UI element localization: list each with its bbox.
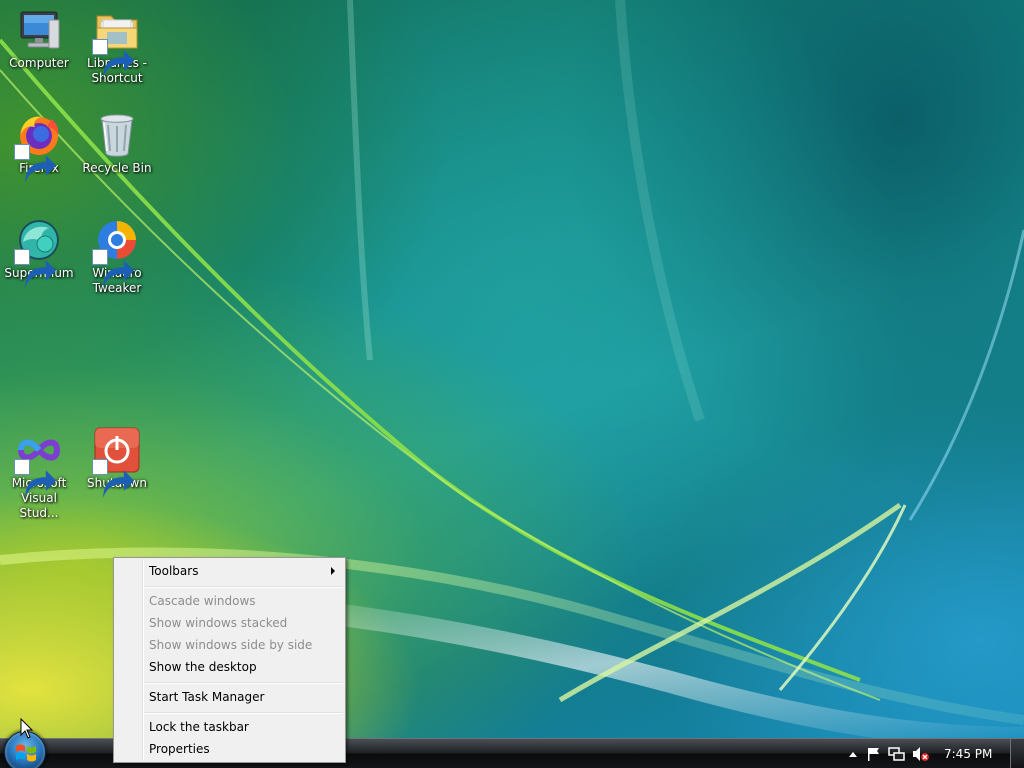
taskbar-clock[interactable]: 7:45 PM xyxy=(944,747,992,761)
menu-item-show-windows-side-by-side: Show windows side by side xyxy=(116,634,343,656)
menu-separator xyxy=(144,682,343,684)
menu-item-label: Cascade windows xyxy=(149,594,256,608)
show-hidden-icons-icon[interactable] xyxy=(848,746,858,762)
desktop-icon-libraries-shortcut[interactable]: Libraries - Shortcut xyxy=(78,6,156,86)
shutdown-icon xyxy=(92,426,141,498)
menu-separator xyxy=(144,712,343,714)
menu-item-toolbars[interactable]: Toolbars xyxy=(116,560,343,582)
desktop-icon-recycle-bin[interactable]: Recycle Bin xyxy=(78,111,156,176)
visual-studio-icon xyxy=(14,426,63,498)
shortcut-arrow-icon xyxy=(92,39,135,78)
menu-item-show-the-desktop[interactable]: Show the desktop xyxy=(116,656,343,678)
taskbar-context-menu: Toolbars Cascade windows Show windows st… xyxy=(113,557,346,763)
computer-icon xyxy=(15,6,63,54)
menu-item-label: Show windows stacked xyxy=(149,616,288,630)
supermium-icon xyxy=(14,216,63,288)
mouse-cursor-icon xyxy=(20,718,34,739)
menu-separator xyxy=(144,586,343,588)
desktop-icon-firefox[interactable]: Firefox xyxy=(0,111,78,183)
shortcut-arrow-icon xyxy=(14,459,57,498)
shortcut-arrow-icon xyxy=(14,249,57,288)
desktop-icon-winaero-tweaker[interactable]: Winaero Tweaker xyxy=(78,216,156,296)
shortcut-arrow-icon xyxy=(92,459,135,498)
menu-item-show-windows-stacked: Show windows stacked xyxy=(116,612,343,634)
menu-item-label: Toolbars xyxy=(149,564,199,578)
action-center-flag-icon[interactable] xyxy=(866,746,882,762)
desktop-icon-visual-studio[interactable]: Microsoft Visual Stud... xyxy=(0,426,78,521)
menu-item-properties[interactable]: Properties xyxy=(116,738,343,760)
menu-item-cascade-windows: Cascade windows xyxy=(116,590,343,612)
menu-item-lock-the-taskbar[interactable]: Lock the taskbar xyxy=(116,716,343,738)
menu-item-label: Properties xyxy=(149,742,210,756)
menu-item-label: Show windows side by side xyxy=(149,638,313,652)
desktop-icon-label: Computer xyxy=(9,56,69,70)
submenu-arrow-icon xyxy=(331,567,335,575)
menu-item-start-task-manager[interactable]: Start Task Manager xyxy=(116,686,343,708)
shortcut-arrow-icon xyxy=(92,249,135,288)
volume-muted-icon[interactable] xyxy=(912,746,930,762)
recycle-bin-icon xyxy=(93,111,141,159)
network-icon[interactable] xyxy=(888,746,906,762)
show-desktop-button[interactable] xyxy=(1010,739,1024,768)
system-tray: 7:45 PM xyxy=(834,739,1024,768)
libraries-folder-icon xyxy=(92,6,141,78)
desktop-icon-supermium[interactable]: Supermium xyxy=(0,216,78,288)
winaero-tweaker-icon xyxy=(92,216,141,288)
desktop-icon-computer[interactable]: Computer xyxy=(0,6,78,71)
menu-item-label: Show the desktop xyxy=(149,660,257,674)
menu-item-label: Start Task Manager xyxy=(149,690,265,704)
desktop-icon-shutdown[interactable]: Shutdown xyxy=(78,426,156,498)
firefox-icon xyxy=(14,111,63,183)
shortcut-arrow-icon xyxy=(14,144,57,183)
desktop-icon-label: Recycle Bin xyxy=(82,161,152,175)
menu-item-label: Lock the taskbar xyxy=(149,720,249,734)
